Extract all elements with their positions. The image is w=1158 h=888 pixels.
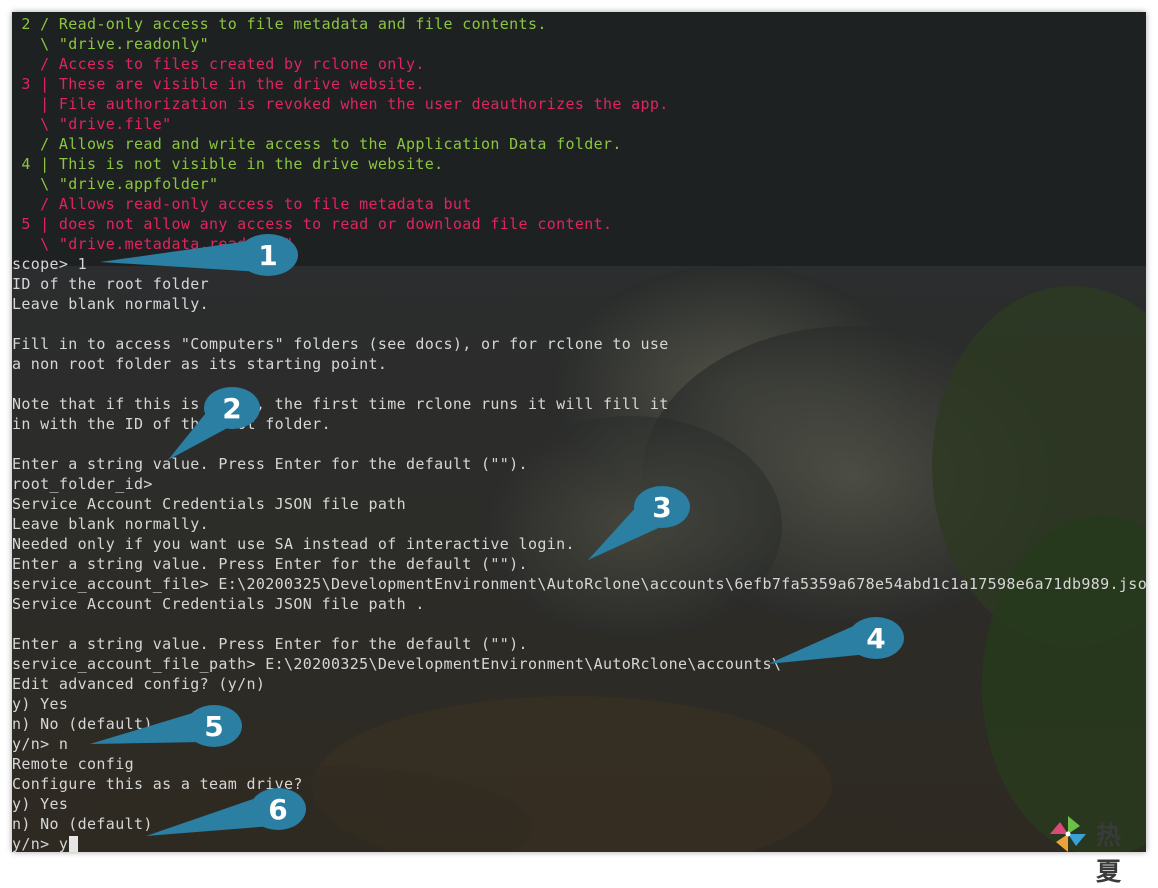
terminal-line-text: ID of the root folder <box>12 275 209 293</box>
terminal-line-text: service_account_file_path> E:\20200325\D… <box>12 655 782 673</box>
terminal-line-text: service_account_file> E:\20200325\Develo… <box>12 575 1146 593</box>
terminal-line-text: Edit advanced config? (y/n) <box>12 675 266 693</box>
terminal-line: Note that if this is blank, the first ti… <box>12 394 1146 414</box>
terminal-line: service_account_file_path> E:\20200325\D… <box>12 654 1146 674</box>
terminal-line: 3 | These are visible in the drive websi… <box>12 74 1146 94</box>
watermark: 热夏 <box>1044 812 1148 886</box>
terminal-line-text: 4 | This is not visible in the drive web… <box>12 155 444 173</box>
terminal-line: n) No (default) <box>12 814 1146 834</box>
terminal-line-text: / Access to files created by rclone only… <box>12 55 425 73</box>
terminal-line-text: \ "drive.file" <box>12 115 172 133</box>
terminal-line-text: | File authorization is revoked when the… <box>12 95 669 113</box>
terminal-line-text: Leave blank normally. <box>12 295 209 313</box>
terminal-line: | File authorization is revoked when the… <box>12 94 1146 114</box>
terminal-window[interactable]: 2 / Read-only access to file metadata an… <box>12 12 1146 852</box>
terminal-line: \ "drive.metadata.readonly" <box>12 234 1146 254</box>
terminal-line: Service Account Credentials JSON file pa… <box>12 494 1146 514</box>
terminal-line: Leave blank normally. <box>12 514 1146 534</box>
terminal-line: \ "drive.file" <box>12 114 1146 134</box>
terminal-line: scope> 1 <box>12 254 1146 274</box>
terminal-line-text: Service Account Credentials JSON file pa… <box>12 595 425 613</box>
terminal-line: 5 | does not allow any access to read or… <box>12 214 1146 234</box>
terminal-line-text: in with the ID of the root folder. <box>12 415 331 433</box>
terminal-line: ID of the root folder <box>12 274 1146 294</box>
terminal-line-text: 2 / Read-only access to file metadata an… <box>12 15 547 33</box>
terminal-line: y) Yes <box>12 694 1146 714</box>
watermark-text: 热夏 <box>1096 821 1124 886</box>
terminal-line-text: Note that if this is blank, the first ti… <box>12 395 669 413</box>
terminal-line: a non root folder as its starting point. <box>12 354 1146 374</box>
terminal-line: root_folder_id> <box>12 474 1146 494</box>
terminal-line-text: 5 | does not allow any access to read or… <box>12 215 613 233</box>
terminal-line: Edit advanced config? (y/n) <box>12 674 1146 694</box>
terminal-line: \ "drive.readonly" <box>12 34 1146 54</box>
terminal-line: / Access to files created by rclone only… <box>12 54 1146 74</box>
terminal-line: Configure this as a team drive? <box>12 774 1146 794</box>
terminal-line: 4 | This is not visible in the drive web… <box>12 154 1146 174</box>
terminal-line: in with the ID of the root folder. <box>12 414 1146 434</box>
terminal-line-text: Enter a string value. Press Enter for th… <box>12 455 528 473</box>
terminal-line-text: Service Account Credentials JSON file pa… <box>12 495 406 513</box>
terminal-line-text: Enter a string value. Press Enter for th… <box>12 635 528 653</box>
terminal-line-text: Remote config <box>12 755 134 773</box>
terminal-line: Needed only if you want use SA instead o… <box>12 534 1146 554</box>
terminal-line-text: / Allows read-only access to file metada… <box>12 195 472 213</box>
terminal-line-text: Enter a string value. Press Enter for th… <box>12 555 528 573</box>
terminal-line-text: scope> 1 <box>12 255 88 273</box>
terminal-line-text: y) Yes <box>12 695 69 713</box>
terminal-line-text: 3 | These are visible in the drive websi… <box>12 75 425 93</box>
terminal-line: Fill in to access "Computers" folders (s… <box>12 334 1146 354</box>
terminal-line-text: root_folder_id> <box>12 475 153 493</box>
terminal-line-text: y/n> y <box>12 835 69 852</box>
terminal-line: Leave blank normally. <box>12 294 1146 314</box>
terminal-line-text: Needed only if you want use SA instead o… <box>12 535 575 553</box>
terminal-line: Enter a string value. Press Enter for th… <box>12 554 1146 574</box>
terminal-line: Enter a string value. Press Enter for th… <box>12 634 1146 654</box>
terminal-line-text: Configure this as a team drive? <box>12 775 303 793</box>
terminal-line-text: Leave blank normally. <box>12 515 209 533</box>
terminal-line: / Allows read-only access to file metada… <box>12 194 1146 214</box>
terminal-line: / Allows read and write access to the Ap… <box>12 134 1146 154</box>
terminal-line-text: \ "drive.metadata.readonly" <box>12 235 294 253</box>
terminal-line: Remote config <box>12 754 1146 774</box>
terminal-line: service_account_file> E:\20200325\Develo… <box>12 574 1146 594</box>
terminal-line: Service Account Credentials JSON file pa… <box>12 594 1146 614</box>
pinwheel-icon <box>1050 816 1086 852</box>
terminal-line-text: \ "drive.appfolder" <box>12 175 219 193</box>
terminal-line-text: / Allows read and write access to the Ap… <box>12 135 622 153</box>
terminal-line-text: n) No (default) <box>12 715 153 733</box>
terminal-line-text: y/n> n <box>12 735 69 753</box>
terminal-line: n) No (default) <box>12 714 1146 734</box>
terminal-line: y/n> y <box>12 834 1146 852</box>
terminal-output: 2 / Read-only access to file metadata an… <box>12 14 1146 852</box>
terminal-line-text: Fill in to access "Computers" folders (s… <box>12 335 669 353</box>
terminal-line: y/n> n <box>12 734 1146 754</box>
terminal-line: y) Yes <box>12 794 1146 814</box>
terminal-line: \ "drive.appfolder" <box>12 174 1146 194</box>
terminal-line-text: \ "drive.readonly" <box>12 35 209 53</box>
terminal-line-text: y) Yes <box>12 795 69 813</box>
terminal-line: Enter a string value. Press Enter for th… <box>12 454 1146 474</box>
terminal-line-text: a non root folder as its starting point. <box>12 355 388 373</box>
terminal-line: 2 / Read-only access to file metadata an… <box>12 14 1146 34</box>
terminal-line-text: n) No (default) <box>12 815 153 833</box>
text-cursor[interactable] <box>69 836 79 852</box>
